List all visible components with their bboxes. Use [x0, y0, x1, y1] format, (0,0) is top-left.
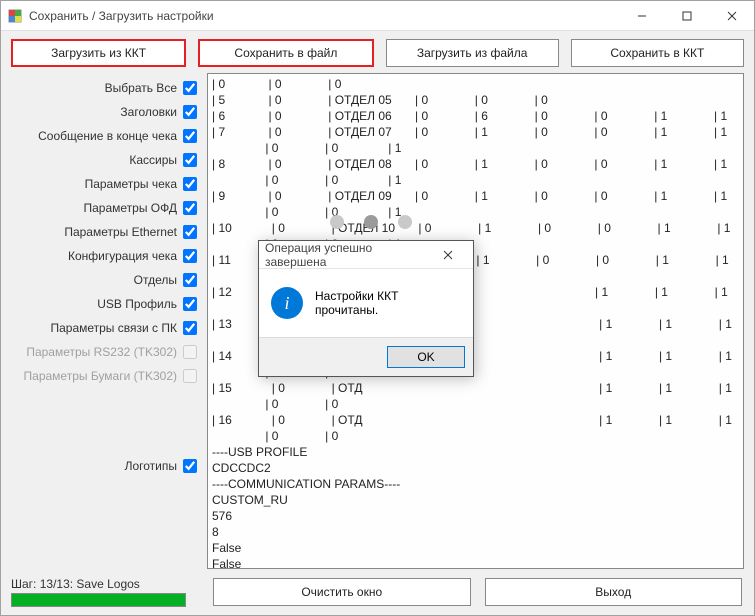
check-label: Конфигурация чека [68, 249, 177, 263]
dialog-body: i Настройки ККТ прочитаны. [259, 269, 473, 337]
check-label: Отделы [134, 273, 177, 287]
progress-bar [11, 593, 186, 607]
progress-fill [12, 594, 185, 606]
exit-button[interactable]: Выход [485, 578, 743, 606]
check-label: Кассиры [129, 153, 177, 167]
dialog-footer: OK [259, 337, 473, 376]
checkbox-logos[interactable] [183, 459, 197, 473]
save-to-file-button[interactable]: Сохранить в файл [198, 39, 373, 67]
checkbox-receipt-config[interactable] [183, 249, 197, 263]
checkbox-departments[interactable] [183, 273, 197, 287]
check-receipt-msg[interactable]: Сообщение в конце чека [11, 127, 199, 145]
check-logos[interactable]: Логотипы [11, 457, 199, 475]
checkbox-headers[interactable] [183, 105, 197, 119]
checkbox-paper-params [183, 369, 197, 383]
check-ofd-params[interactable]: Параметры ОФД [11, 199, 199, 217]
check-label: Параметры ОФД [84, 201, 178, 215]
checkbox-ethernet-params[interactable] [183, 225, 197, 239]
app-icon [7, 8, 23, 24]
titlebar: Сохранить / Загрузить настройки [1, 1, 754, 31]
dot-icon [330, 215, 344, 229]
maximize-button[interactable] [664, 1, 709, 30]
checkbox-pc-link-params[interactable] [183, 321, 197, 335]
check-label: Логотипы [125, 459, 177, 473]
check-usb-profile[interactable]: USB Профиль [11, 295, 199, 313]
check-label: Параметры RS232 (TK302) [26, 345, 177, 359]
dialog-message: Настройки ККТ прочитаны. [315, 289, 461, 317]
checkbox-receipt-msg[interactable] [183, 129, 197, 143]
dot-icon [398, 215, 412, 229]
loading-dots [330, 215, 412, 229]
dialog-close-button[interactable] [429, 242, 467, 268]
check-label: Параметры чека [85, 177, 177, 191]
checklist-panel: Выбрать Все Заголовки Сообщение в конце … [11, 73, 199, 569]
dialog-title: Операция успешно завершена [265, 241, 429, 269]
check-select-all[interactable]: Выбрать Все [11, 79, 199, 97]
check-label: Выбрать Все [105, 81, 177, 95]
checkbox-cashiers[interactable] [183, 153, 197, 167]
save-to-kkt-button[interactable]: Сохранить в ККТ [571, 39, 744, 67]
status-text: Шаг: 13/13: Save Logos [11, 577, 199, 591]
check-label: USB Профиль [97, 297, 177, 311]
window-controls [619, 1, 754, 30]
check-paper-params: Параметры Бумаги (TK302) [11, 367, 199, 385]
checkbox-rs232-params [183, 345, 197, 359]
dialog-titlebar: Операция успешно завершена [259, 241, 473, 269]
load-from-kkt-button[interactable]: Загрузить из ККТ [11, 39, 186, 67]
clear-window-button[interactable]: Очистить окно [213, 578, 471, 606]
dot-icon [364, 215, 378, 229]
check-label: Заголовки [120, 105, 177, 119]
check-rs232-params: Параметры RS232 (TK302) [11, 343, 199, 361]
bottom-button-row: Очистить окно Выход [207, 578, 744, 606]
top-button-row: Загрузить из ККТ Сохранить в файл Загруз… [11, 39, 744, 67]
message-dialog: Операция успешно завершена i Настройки К… [258, 240, 474, 377]
check-label: Сообщение в конце чека [38, 129, 177, 143]
window-title: Сохранить / Загрузить настройки [29, 9, 619, 23]
check-departments[interactable]: Отделы [11, 271, 199, 289]
checkbox-usb-profile[interactable] [183, 297, 197, 311]
check-receipt-params[interactable]: Параметры чека [11, 175, 199, 193]
check-ethernet-params[interactable]: Параметры Ethernet [11, 223, 199, 241]
check-receipt-config[interactable]: Конфигурация чека [11, 247, 199, 265]
check-label: Параметры Ethernet [64, 225, 177, 239]
status-left: Шаг: 13/13: Save Logos [11, 577, 199, 607]
minimize-button[interactable] [619, 1, 664, 30]
check-pc-link-params[interactable]: Параметры связи с ПК [11, 319, 199, 337]
checkbox-receipt-params[interactable] [183, 177, 197, 191]
checkbox-select-all[interactable] [183, 81, 197, 95]
check-label: Параметры связи с ПК [50, 321, 177, 335]
status-row: Шаг: 13/13: Save Logos Очистить окно Вых… [11, 573, 744, 611]
checkbox-ofd-params[interactable] [183, 201, 197, 215]
dialog-ok-button[interactable]: OK [387, 346, 465, 368]
check-headers[interactable]: Заголовки [11, 103, 199, 121]
check-cashiers[interactable]: Кассиры [11, 151, 199, 169]
info-icon: i [271, 287, 303, 319]
close-button[interactable] [709, 1, 754, 30]
check-label: Параметры Бумаги (TK302) [24, 369, 177, 383]
load-from-file-button[interactable]: Загрузить из файла [386, 39, 559, 67]
